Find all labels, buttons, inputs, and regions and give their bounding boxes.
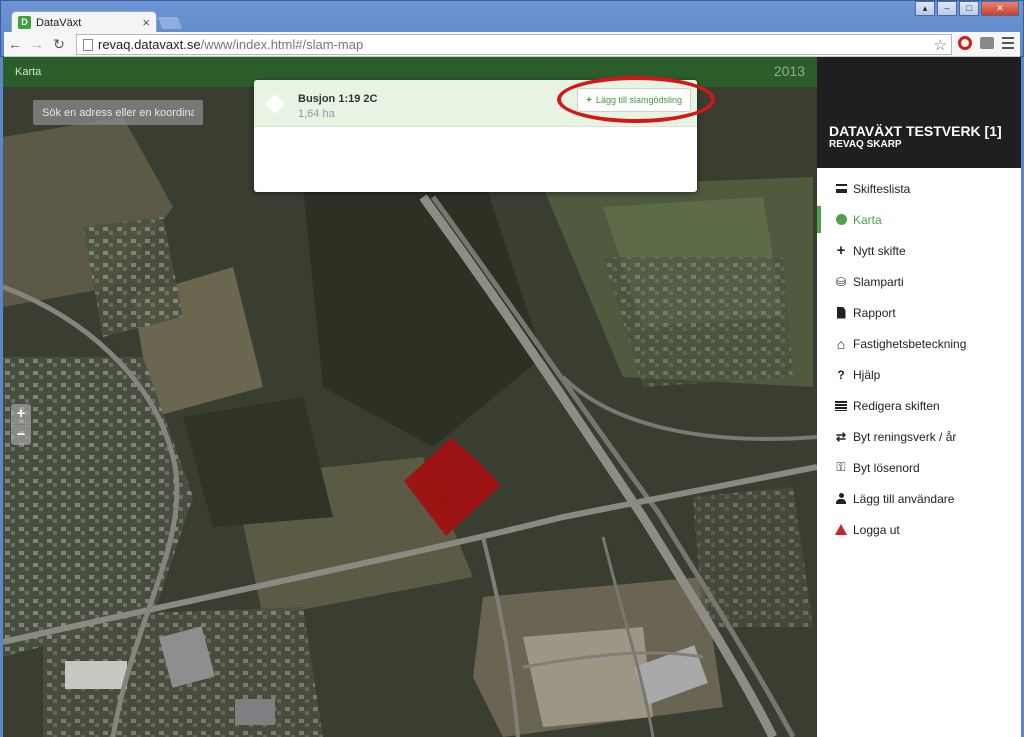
tab-strip: D DataVäxt × ▴ – □ ✕ — [1, 1, 1024, 33]
sidebar-item-label: Byt reningsverk / år — [853, 429, 957, 444]
user-icon — [834, 493, 848, 504]
sidebar-item-byt-losenord[interactable]: ⚿ Byt lösenord — [817, 452, 1021, 483]
browser-tab[interactable]: D DataVäxt × — [11, 11, 157, 33]
plant-name: REVAQ SKARP — [829, 139, 902, 150]
globe-icon — [834, 214, 848, 225]
opera-extension-icon[interactable] — [958, 36, 972, 50]
tab-close-icon[interactable]: × — [142, 15, 150, 30]
home-icon: ⌂ — [836, 335, 846, 352]
extension-icons — [958, 36, 1014, 50]
sidebar-nav: Skifteslista Karta + Nytt skifte ⛁ Slamp… — [817, 168, 1021, 545]
address-search-input[interactable] — [33, 100, 203, 125]
url-text: revaq.datavaxt.se/www/index.html#/slam-m… — [98, 37, 364, 52]
list-icon — [834, 184, 848, 193]
organization-title: DATAVÄXT TESTVERK [1] — [829, 123, 1002, 139]
back-icon[interactable]: ← — [4, 36, 26, 52]
window-controls: ▴ – □ ✕ — [913, 1, 1019, 16]
sidebar-item-rapport[interactable]: Rapport — [817, 297, 1021, 328]
new-tab-button[interactable] — [156, 16, 184, 30]
sidebar: DATAVÄXT TESTVERK [1] REVAQ SKARP Skifte… — [817, 57, 1021, 737]
menu-icon[interactable] — [1002, 37, 1014, 49]
key-icon: ⚿ — [836, 460, 846, 474]
sidebar-item-skifteslista[interactable]: Skifteslista — [817, 173, 1021, 204]
sidebar-item-label: Byt lösenord — [853, 460, 920, 475]
sidebar-item-byt-reningsverk[interactable]: ⇄ Byt reningsverk / år — [817, 421, 1021, 452]
maximize-button[interactable]: □ — [959, 1, 979, 16]
field-name: Busjon 1:19 2C — [298, 93, 378, 105]
forward-icon[interactable]: → — [26, 36, 48, 52]
minimize-button[interactable]: – — [937, 1, 957, 16]
browser-window-frame: D DataVäxt × ▴ – □ ✕ ← → ↻ revaq.datavax… — [0, 0, 1024, 57]
page-icon — [83, 38, 93, 51]
browser-toolbar: ← → ↻ revaq.datavaxt.se/www/index.html#/… — [4, 32, 1020, 57]
sidebar-item-logga-ut[interactable]: Logga ut — [817, 514, 1021, 545]
sidebar-header: DATAVÄXT TESTVERK [1] REVAQ SKARP — [817, 57, 1021, 168]
field-area: 1,64 ha — [298, 108, 335, 120]
sidebar-item-karta[interactable]: Karta — [817, 204, 1021, 235]
diamond-icon — [265, 94, 285, 114]
sidebar-item-label: Slamparti — [853, 274, 904, 289]
sidebar-item-slamparti[interactable]: ⛁ Slamparti — [817, 266, 1021, 297]
sidebar-item-label: Redigera skiften — [853, 398, 940, 413]
zoom-out-button[interactable]: − — [11, 424, 31, 444]
zoom-control: + − — [11, 404, 31, 445]
sidebar-item-label: Logga ut — [853, 522, 900, 537]
reload-icon[interactable]: ↻ — [48, 36, 70, 53]
map-year: 2013 — [773, 63, 805, 79]
document-icon — [834, 306, 848, 319]
warning-icon — [834, 524, 848, 535]
tab-title: DataVäxt — [36, 16, 82, 29]
sidebar-item-nytt-skifte[interactable]: + Nytt skifte — [817, 235, 1021, 266]
red-highlight-ellipse — [557, 76, 715, 123]
sidebar-item-hjalp[interactable]: ? Hjälp — [817, 359, 1021, 390]
zoom-in-button[interactable]: + — [11, 404, 31, 424]
close-window-button[interactable]: ✕ — [981, 1, 1019, 16]
sidebar-item-label: Fastighetsbeteckning — [853, 336, 967, 351]
sidebar-item-label: Rapport — [853, 305, 896, 320]
sidebar-item-label: Lägg till användare — [853, 491, 955, 506]
sidebar-item-redigera-skiften[interactable]: Redigera skiften — [817, 390, 1021, 421]
swap-icon: ⇄ — [835, 429, 847, 444]
sidebar-item-label: Nytt skifte — [853, 243, 906, 258]
user-icon-button[interactable]: ▴ — [915, 1, 935, 16]
map-title: Karta — [15, 66, 42, 78]
favicon-icon: D — [18, 16, 31, 29]
question-icon: ? — [837, 367, 845, 382]
sidebar-item-lagg-till-anvandare[interactable]: Lägg till användare — [817, 483, 1021, 514]
sidebar-item-fastighetsbeteckning[interactable]: ⌂ Fastighetsbeteckning — [817, 328, 1021, 359]
sidebar-item-label: Skifteslista — [853, 181, 911, 196]
table-icon — [834, 400, 848, 411]
bookmark-star-icon[interactable]: ☆ — [934, 36, 947, 54]
plus-icon: + — [836, 242, 846, 259]
extension-icon[interactable] — [980, 37, 994, 49]
cubes-icon: ⛁ — [835, 274, 847, 289]
sidebar-item-label: Hjälp — [853, 367, 881, 382]
sidebar-item-label: Karta — [853, 212, 882, 227]
address-bar[interactable]: revaq.datavaxt.se/www/index.html#/slam-m… — [76, 34, 952, 55]
